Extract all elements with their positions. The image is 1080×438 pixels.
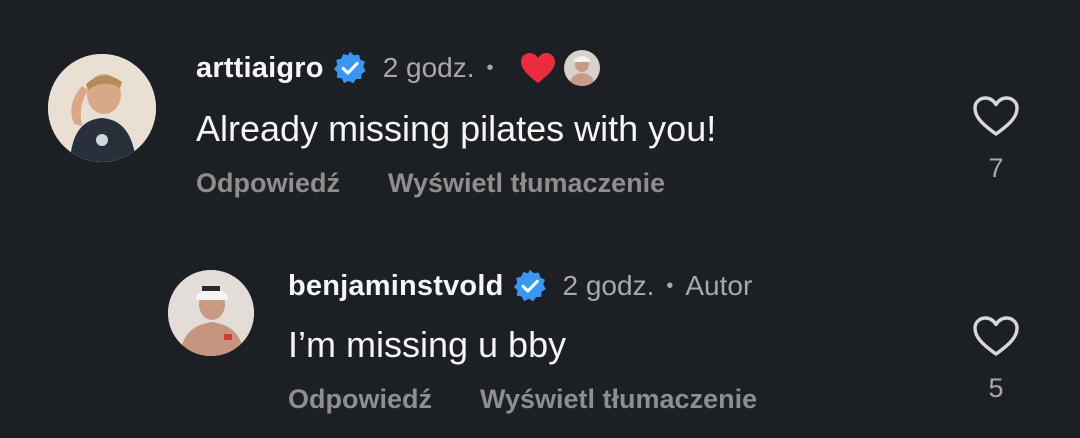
comment-text: Already missing pilates with you! [196,108,717,149]
like-control: 5 [966,314,1026,404]
author-badge: Autor [685,270,753,301]
username[interactable]: arttiaigro [196,52,324,85]
username[interactable]: benjaminstvold [288,270,504,303]
reply-button[interactable]: Odpowiedź [288,384,432,415]
author-mini-avatar [561,48,602,88]
avatar[interactable] [48,54,156,162]
like-count: 5 [988,373,1004,403]
comment-text: I’m missing u bby [288,324,567,365]
heart-icon [520,53,555,83]
like-count: 7 [988,153,1004,183]
separator-dot: • [486,56,494,79]
heart-outline-icon[interactable] [972,314,1020,358]
translate-button[interactable]: Wyświetl tłumaczenie [388,168,665,199]
timestamp: 2 godz. [562,270,655,301]
translate-button[interactable]: Wyświetl tłumaczenie [480,384,757,415]
separator-dot: • [666,274,674,297]
comment-2: benjaminstvold 2 godz. • Autor I’m missi… [0,220,1080,438]
reply-button[interactable]: Odpowiedź [196,168,340,199]
verified-badge-icon [333,51,367,85]
comment-1: arttiaigro 2 godz. • Already missing pil… [0,0,1080,220]
author-liked-indicator [520,48,602,88]
avatar[interactable] [168,270,254,356]
timestamp: 2 godz. [382,52,475,83]
like-control: 7 [966,94,1026,184]
heart-outline-icon[interactable] [972,94,1020,138]
verified-badge-icon [513,269,547,303]
